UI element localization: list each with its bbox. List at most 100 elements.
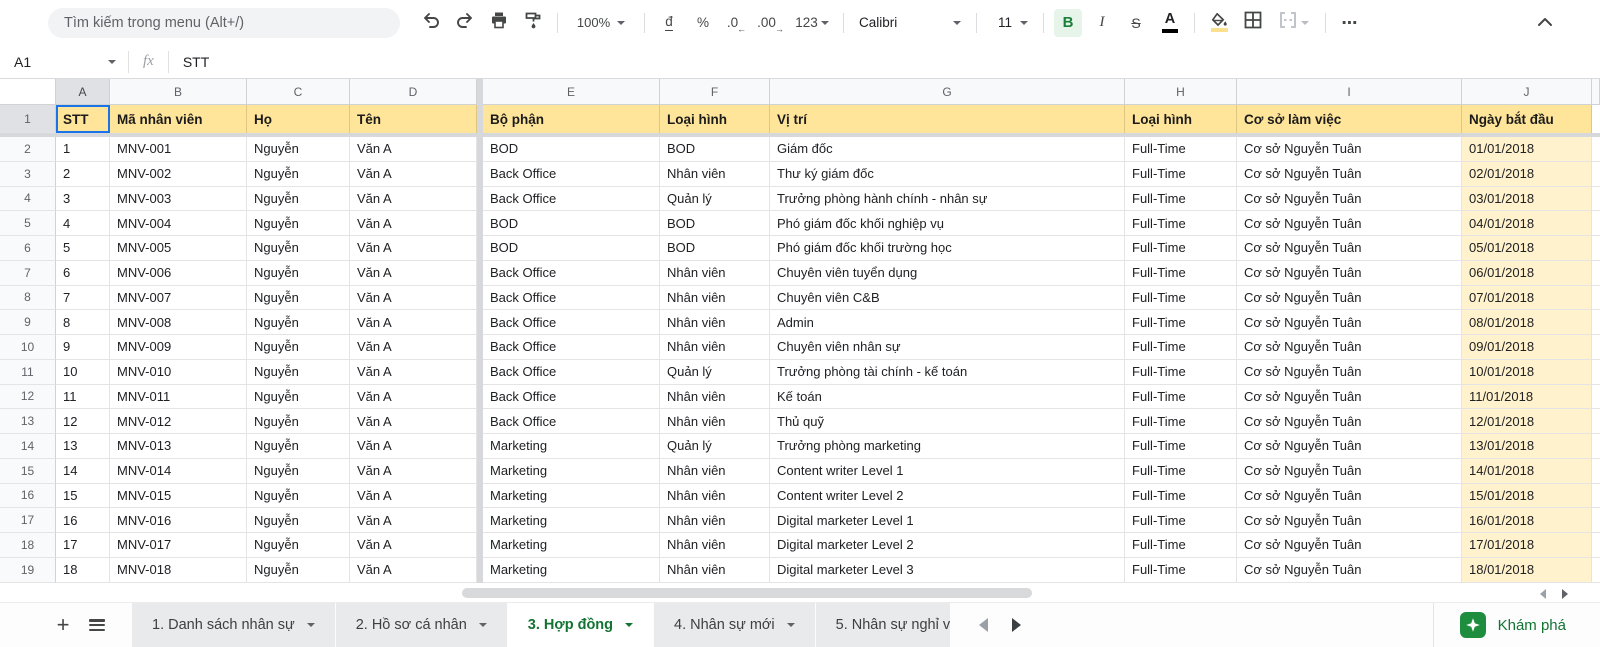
column-header-b[interactable]: B bbox=[110, 79, 247, 105]
cell[interactable]: MNV-006 bbox=[110, 261, 247, 286]
cell[interactable]: Cơ sở Nguyễn Tuân bbox=[1237, 360, 1462, 385]
cell[interactable]: Cơ sở Nguyễn Tuân bbox=[1237, 162, 1462, 187]
tabs-scroll-left-icon[interactable] bbox=[979, 618, 988, 632]
cell[interactable]: 12/01/2018 bbox=[1462, 409, 1592, 434]
cell[interactable]: 3 bbox=[56, 187, 110, 212]
cell[interactable]: 17 bbox=[56, 533, 110, 558]
cell[interactable]: BOD bbox=[483, 137, 660, 162]
cell[interactable]: Marketing bbox=[483, 459, 660, 484]
cell[interactable]: 05/01/2018 bbox=[1462, 236, 1592, 261]
cell[interactable]: Nguyễn bbox=[247, 484, 350, 509]
cell[interactable]: Cơ sở Nguyễn Tuân bbox=[1237, 558, 1462, 583]
cell[interactable]: Văn A bbox=[350, 508, 477, 533]
row-header-19[interactable]: 19 bbox=[0, 558, 56, 583]
cell[interactable]: Nguyễn bbox=[247, 558, 350, 583]
row-header-17[interactable]: 17 bbox=[0, 508, 56, 533]
row-header-14[interactable]: 14 bbox=[0, 434, 56, 459]
scroll-right-icon[interactable] bbox=[1562, 589, 1568, 599]
cell[interactable]: Nhân viên bbox=[660, 385, 770, 410]
cell[interactable]: Full-Time bbox=[1125, 335, 1237, 360]
cell[interactable]: Nguyễn bbox=[247, 286, 350, 311]
cell[interactable]: Phó giám đốc khối trường học bbox=[770, 236, 1125, 261]
cell[interactable]: Kế toán bbox=[770, 385, 1125, 410]
cell[interactable]: Full-Time bbox=[1125, 385, 1237, 410]
cell[interactable]: Văn A bbox=[350, 409, 477, 434]
cell[interactable]: Back Office bbox=[483, 286, 660, 311]
font-size-select[interactable]: 11 bbox=[984, 9, 1036, 37]
cell[interactable]: Nhân viên bbox=[660, 409, 770, 434]
scroll-left-icon[interactable] bbox=[1540, 589, 1546, 599]
column-header-i[interactable]: I bbox=[1237, 79, 1462, 105]
cell[interactable]: Back Office bbox=[483, 310, 660, 335]
header-cell[interactable]: Loại hình bbox=[660, 105, 770, 133]
cell[interactable]: Nguyễn bbox=[247, 162, 350, 187]
cell[interactable]: Nguyễn bbox=[247, 508, 350, 533]
hide-menus-button[interactable] bbox=[1528, 8, 1562, 38]
cell[interactable]: Full-Time bbox=[1125, 459, 1237, 484]
cell[interactable]: Nguyễn bbox=[247, 137, 350, 162]
cell[interactable]: 10 bbox=[56, 360, 110, 385]
row-header-6[interactable]: 6 bbox=[0, 236, 56, 261]
cell[interactable]: Văn A bbox=[350, 484, 477, 509]
row-header-8[interactable]: 8 bbox=[0, 286, 56, 311]
cell[interactable]: MNV-012 bbox=[110, 409, 247, 434]
cell[interactable]: Digital marketer Level 1 bbox=[770, 508, 1125, 533]
sheet-tab-2[interactable]: 2. Hồ sơ cá nhân bbox=[336, 603, 507, 647]
cell[interactable]: Cơ sở Nguyễn Tuân bbox=[1237, 310, 1462, 335]
cell[interactable]: Thư ký giám đốc bbox=[770, 162, 1125, 187]
cell[interactable]: MNV-014 bbox=[110, 459, 247, 484]
column-header-a[interactable]: A bbox=[56, 79, 110, 105]
cell[interactable]: MNV-010 bbox=[110, 360, 247, 385]
cell[interactable]: 15/01/2018 bbox=[1462, 484, 1592, 509]
cell[interactable]: Cơ sở Nguyễn Tuân bbox=[1237, 434, 1462, 459]
row-header-11[interactable]: 11 bbox=[0, 360, 56, 385]
header-cell[interactable]: Cơ sở làm việc bbox=[1237, 105, 1462, 133]
cell[interactable]: MNV-005 bbox=[110, 236, 247, 261]
increase-decimal-button[interactable]: .00→ bbox=[754, 8, 788, 38]
cell[interactable]: MNV-003 bbox=[110, 187, 247, 212]
cell[interactable]: Nguyễn bbox=[247, 310, 350, 335]
cell[interactable]: Văn A bbox=[350, 310, 477, 335]
header-cell[interactable]: Vị trí bbox=[770, 105, 1125, 133]
cell[interactable]: Nhân viên bbox=[660, 533, 770, 558]
undo-button[interactable] bbox=[414, 8, 448, 38]
cell[interactable]: MNV-017 bbox=[110, 533, 247, 558]
print-button[interactable] bbox=[482, 8, 516, 38]
cell[interactable]: 7 bbox=[56, 286, 110, 311]
cell[interactable]: Full-Time bbox=[1125, 360, 1237, 385]
cell[interactable]: 1 bbox=[56, 137, 110, 162]
cell[interactable]: Cơ sở Nguyễn Tuân bbox=[1237, 409, 1462, 434]
cell[interactable]: BOD bbox=[660, 137, 770, 162]
cell[interactable]: Nhân viên bbox=[660, 335, 770, 360]
all-sheets-button[interactable] bbox=[80, 603, 114, 647]
cell[interactable]: Cơ sở Nguyễn Tuân bbox=[1237, 335, 1462, 360]
cell[interactable]: Văn A bbox=[350, 162, 477, 187]
cell[interactable]: 12 bbox=[56, 409, 110, 434]
cell[interactable]: Back Office bbox=[483, 360, 660, 385]
row-header-2[interactable]: 2 bbox=[0, 137, 56, 162]
cell[interactable]: MNV-001 bbox=[110, 137, 247, 162]
cell[interactable]: Nhân viên bbox=[660, 261, 770, 286]
cell[interactable]: Back Office bbox=[483, 162, 660, 187]
font-select[interactable]: Calibri bbox=[851, 9, 969, 37]
header-cell[interactable]: Họ bbox=[247, 105, 350, 133]
cell[interactable]: MNV-007 bbox=[110, 286, 247, 311]
tabs-scroll-right-icon[interactable] bbox=[1012, 618, 1021, 632]
cell[interactable]: Văn A bbox=[350, 558, 477, 583]
row-header-13[interactable]: 13 bbox=[0, 409, 56, 434]
cell[interactable]: Nhân viên bbox=[660, 459, 770, 484]
cell[interactable]: Admin bbox=[770, 310, 1125, 335]
text-color-button[interactable]: A bbox=[1153, 8, 1187, 38]
cell[interactable]: Chuyên viên tuyển dụng bbox=[770, 261, 1125, 286]
cell[interactable]: MNV-009 bbox=[110, 335, 247, 360]
column-header-c[interactable]: C bbox=[247, 79, 350, 105]
redo-button[interactable] bbox=[448, 8, 482, 38]
cell[interactable]: BOD bbox=[660, 211, 770, 236]
cell[interactable]: Văn A bbox=[350, 385, 477, 410]
name-box[interactable]: A1 bbox=[0, 54, 128, 70]
cell[interactable]: Nguyễn bbox=[247, 335, 350, 360]
horizontal-scrollbar-thumb[interactable] bbox=[462, 588, 1032, 598]
header-cell[interactable]: Ngày bắt đầu bbox=[1462, 105, 1592, 133]
row-header-15[interactable]: 15 bbox=[0, 459, 56, 484]
cell[interactable]: Content writer Level 2 bbox=[770, 484, 1125, 509]
